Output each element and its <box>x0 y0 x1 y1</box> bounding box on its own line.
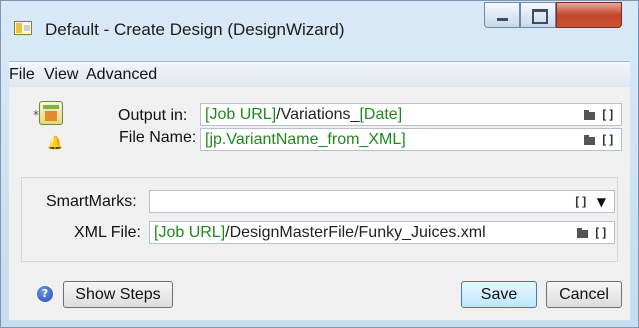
menu-view[interactable]: View <box>44 66 78 84</box>
save-button[interactable]: Save <box>461 281 537 308</box>
minimize-button[interactable] <box>484 2 520 28</box>
folder-icon[interactable] <box>583 134 595 145</box>
dialog-content: * 🔔 Output in: [Job URL]/Variations_[Dat… <box>9 87 630 320</box>
xmlfile-path-text: /DesignMasterFile/Funky_Juices.xml <box>225 224 486 241</box>
smartmarks-dropdown[interactable]: [] ▼ <box>149 190 615 213</box>
xmlfile-field-icons: [] <box>576 223 608 243</box>
show-steps-button[interactable]: Show Steps <box>63 281 173 308</box>
bell-icon[interactable]: 🔔 <box>47 136 63 151</box>
output-field-icons: [] <box>583 105 615 125</box>
chevron-down-icon[interactable]: ▼ <box>597 192 606 212</box>
output-var-date: [Date] <box>359 106 403 123</box>
output-var-job-url: [Job URL] <box>205 106 277 123</box>
maximize-button[interactable] <box>520 2 556 28</box>
output-label: Output in: <box>118 107 188 124</box>
menu-advanced[interactable]: Advanced <box>86 66 157 84</box>
close-button[interactable] <box>556 2 622 28</box>
filename-field[interactable]: [jp.VariantName_from_XML] [] <box>200 128 622 151</box>
variable-bracket-icon[interactable]: [] <box>601 130 615 150</box>
app-icon <box>14 21 32 35</box>
folder-icon[interactable] <box>576 227 588 238</box>
menu-bar: File View Advanced <box>9 61 630 88</box>
asterisk-icon: * <box>33 108 39 122</box>
variable-bracket-icon[interactable]: [] <box>574 192 588 212</box>
xmlfile-label: XML File: <box>74 224 141 241</box>
window-title: Default - Create Design (DesignWizard) <box>45 20 345 39</box>
maximize-icon <box>532 9 548 24</box>
folder-icon[interactable] <box>583 109 595 120</box>
filename-label: File Name: <box>119 129 197 146</box>
smartmarks-label: SmartMarks: <box>46 193 137 210</box>
filename-var: [jp.VariantName_from_XML] <box>205 131 406 148</box>
title-bar[interactable]: Default - Create Design (DesignWizard) <box>1 1 638 61</box>
output-path-text: /Variations_ <box>276 106 360 123</box>
cancel-button[interactable]: Cancel <box>546 281 622 308</box>
variable-bracket-icon[interactable]: [] <box>594 223 608 243</box>
design-wizard-window: Default - Create Design (DesignWizard) F… <box>0 0 639 328</box>
filename-field-icons: [] <box>583 130 615 150</box>
minimize-icon <box>497 18 508 21</box>
help-icon[interactable]: ? <box>37 286 53 302</box>
xmlfile-var-job-url: [Job URL] <box>154 224 226 241</box>
design-file-icon <box>39 101 63 125</box>
variable-bracket-icon[interactable]: [] <box>601 105 615 125</box>
menu-file[interactable]: File <box>9 66 35 84</box>
smartmarks-field-icons: [] <box>574 192 588 212</box>
xmlfile-field[interactable]: [Job URL]/DesignMasterFile/Funky_Juices.… <box>149 221 615 244</box>
output-field[interactable]: [Job URL]/Variations_[Date] [] <box>200 103 622 126</box>
